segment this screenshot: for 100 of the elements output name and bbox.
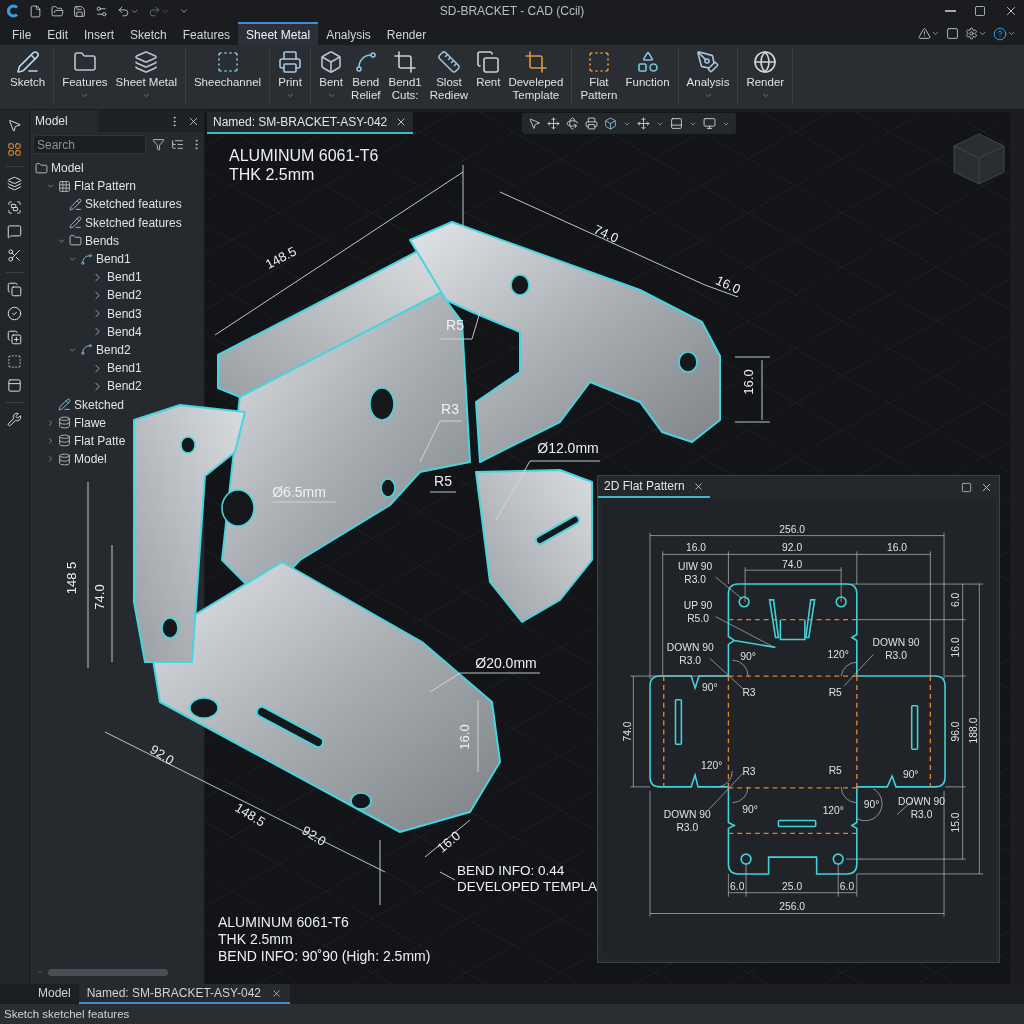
dimension-label: R3 xyxy=(742,686,756,698)
ribbon-button[interactable]: Print xyxy=(276,48,305,105)
dimension-label: R5 xyxy=(828,764,842,776)
document-tab[interactable]: Named: SM-BRACKET-ASY-042 xyxy=(207,112,414,134)
tree-item[interactable]: Model xyxy=(51,161,84,176)
folder-icon xyxy=(69,234,82,248)
maximize-icon xyxy=(961,481,972,493)
open-folder-icon xyxy=(51,4,64,18)
undo-icon xyxy=(117,4,130,18)
ribbon-button[interactable]: Slost Rediew xyxy=(427,48,471,105)
menu-item[interactable]: Features xyxy=(174,22,239,45)
dimension-label: 90° xyxy=(740,651,756,663)
dashed-square-icon xyxy=(215,50,240,74)
arc-icon xyxy=(80,343,93,357)
duplicate-icon xyxy=(7,330,22,345)
document-tab[interactable]: Named: SM-BRACKET-ASY-042 xyxy=(78,984,290,1004)
caret-icon xyxy=(931,29,940,38)
dimension-label: 256.0 xyxy=(779,523,805,535)
menu-item[interactable]: Analysis xyxy=(318,22,379,45)
cube-icon xyxy=(604,117,617,130)
document-tab[interactable]: Model xyxy=(30,984,79,1004)
tree-item[interactable]: Sketched xyxy=(74,397,125,412)
ribbon-button[interactable]: Sheechannel xyxy=(191,48,264,105)
minimize-icon[interactable] xyxy=(945,10,956,12)
tree-item[interactable]: Flat Patte xyxy=(74,433,126,448)
ribbon-button[interactable]: Analysis xyxy=(684,48,732,105)
tree-item[interactable]: Bend1 xyxy=(96,252,131,267)
ribbon-button[interactable]: Bend1 Cuts: xyxy=(386,48,424,105)
panel-tab[interactable]: Model xyxy=(30,110,98,132)
tree-item[interactable]: Sketched features xyxy=(85,215,182,230)
ribbon-button[interactable]: Features xyxy=(60,48,110,105)
dimension-label: 188.0 xyxy=(968,717,980,744)
wrench-icon xyxy=(7,412,22,427)
layers-icon xyxy=(134,50,159,74)
ribbon-button[interactable]: Sheet Metal xyxy=(113,48,179,105)
dimension-label: DOWN 90 R3.0 xyxy=(666,641,714,666)
tree-item[interactable]: Model xyxy=(74,452,107,467)
dashed-square-icon xyxy=(586,50,611,74)
tree-item[interactable]: Bend2 xyxy=(107,379,142,394)
panel-icon xyxy=(7,378,22,393)
dimension-label: DOWN 90 R3.0 xyxy=(872,636,920,661)
pencil-icon xyxy=(69,216,82,230)
arc-icon xyxy=(80,252,93,266)
dimension-label: 92.0 xyxy=(299,822,329,850)
menu-item[interactable]: Sketch xyxy=(122,22,175,45)
pencil-icon xyxy=(15,50,40,74)
dimension-label: 6.0 xyxy=(949,592,961,608)
close-icon xyxy=(271,987,282,999)
tree-item[interactable]: Bend3 xyxy=(107,306,142,321)
database-icon xyxy=(58,452,71,466)
dimension-label: 92.0 xyxy=(147,741,177,769)
dimension-label: 90° xyxy=(742,803,758,815)
menu-item[interactable]: Insert xyxy=(76,22,123,45)
tree-item[interactable]: Sketched features xyxy=(85,197,182,212)
menu-item[interactable]: Sheet Metal xyxy=(238,22,319,45)
globe-icon xyxy=(753,50,778,74)
dimension-label: 74.0 xyxy=(622,721,634,742)
group-icon xyxy=(7,200,22,215)
dimension-label: 96.0 xyxy=(949,721,961,742)
dimension-label: 16.0 xyxy=(713,272,743,298)
dimension-label: R5 xyxy=(434,472,452,490)
ribbon-button[interactable]: Render xyxy=(744,48,787,105)
tree-item[interactable]: Flawe xyxy=(74,415,106,430)
app-logo-icon xyxy=(6,4,20,18)
shapes-icon xyxy=(635,50,660,74)
dimension-label: 148.5 xyxy=(232,799,268,831)
grid-icon xyxy=(58,179,71,193)
ribbon-button[interactable]: Function xyxy=(623,48,672,105)
tree-item[interactable]: Bend2 xyxy=(96,342,131,357)
dimension-label: 148.5 xyxy=(262,243,300,273)
tree-item[interactable]: Bend4 xyxy=(107,324,142,339)
tree-item[interactable]: Flat Pattern xyxy=(74,179,137,194)
tree-item[interactable]: Bend1 xyxy=(107,270,142,285)
menu-item[interactable]: File xyxy=(4,22,40,45)
pan-icon xyxy=(637,117,650,130)
ribbon-button[interactable]: Flat Pattern xyxy=(578,48,620,105)
copy-icon xyxy=(7,282,22,297)
dimension-label: 90° xyxy=(702,681,718,693)
tree-item[interactable]: Bend2 xyxy=(107,288,142,303)
ribbon-button[interactable]: Develeped Template xyxy=(506,48,566,105)
ribbon-button[interactable]: Sketch xyxy=(8,48,48,105)
search-field[interactable]: Search xyxy=(33,135,146,154)
tree-item[interactable]: Bends xyxy=(85,233,120,248)
dimension-label: 74.0 xyxy=(92,584,108,610)
menu-item[interactable]: Render xyxy=(378,22,435,45)
squares-icon xyxy=(476,50,501,74)
folder-icon xyxy=(35,161,48,175)
menu-item[interactable]: Edit xyxy=(39,22,77,45)
ribbon-button[interactable]: Bent xyxy=(317,48,346,105)
save-icon xyxy=(73,4,86,18)
ribbon-button[interactable]: Rent xyxy=(474,48,503,105)
help-icon xyxy=(993,26,1007,41)
dimension-label: 74.0 xyxy=(782,559,803,571)
ribbon-button[interactable]: Bend Relief xyxy=(349,48,383,105)
pencil-icon xyxy=(58,398,71,412)
dimension-label: 120° xyxy=(827,649,849,661)
tree-item[interactable]: Bend1 xyxy=(107,361,142,376)
dimension-label: R3 xyxy=(441,400,459,418)
filter-icon xyxy=(152,138,165,151)
monitor-icon xyxy=(703,117,716,130)
